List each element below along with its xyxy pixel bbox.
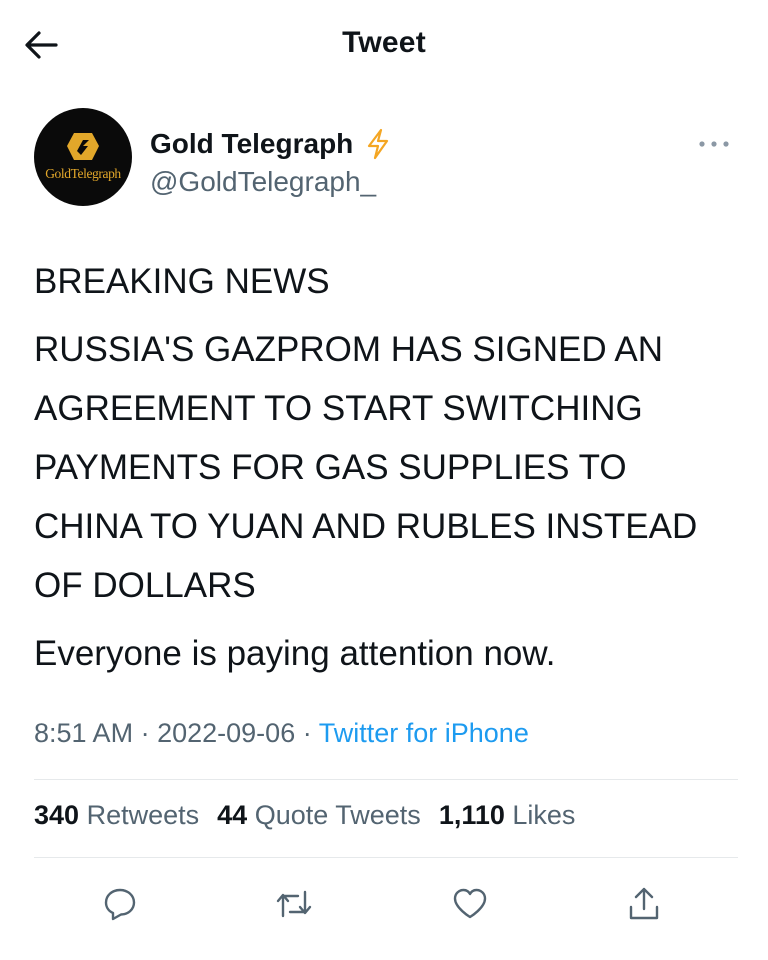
retweet-arrows-icon [276,890,312,918]
retweets-stat[interactable]: 340 Retweets [34,800,199,831]
retweet-button[interactable] [270,880,318,928]
tweet-stats: 340 Retweets 44 Quote Tweets 1,110 Likes [34,800,593,831]
tweet-time[interactable]: 8:51 AM [34,718,133,748]
avatar[interactable]: GoldTelegraph [34,108,132,206]
more-options-button[interactable] [694,134,734,154]
share-upload-icon [629,887,659,920]
meta-separator: · [302,718,312,748]
divider [34,857,738,858]
tweet-text: BREAKING NEWS RUSSIA'S GAZPROM HAS SIGNE… [34,252,734,683]
quote-tweets-label: Quote Tweets [254,800,421,830]
quote-tweets-stat[interactable]: 44 Quote Tweets [217,800,421,831]
lightning-bolt-icon [368,128,389,160]
gold-telegraph-logo-icon [67,133,99,160]
tweet-paragraph: BREAKING NEWS [34,262,330,301]
share-button[interactable] [620,880,668,928]
avatar-wordmark: GoldTelegraph [45,166,121,181]
user-handle[interactable]: @GoldTelegraph_ [150,166,376,198]
tweet-author: GoldTelegraph Gold Telegraph @GoldTelegr… [34,108,744,218]
tweet-date[interactable]: 2022-09-06 [157,718,295,748]
retweets-label: Retweets [86,800,200,830]
heart-icon [453,888,487,919]
reply-button[interactable] [96,880,144,928]
speech-bubble-icon [104,888,136,921]
divider [34,779,738,780]
display-name[interactable]: Gold Telegraph [150,128,353,160]
tweet-paragraph: RUSSIA'S GAZPROM HAS SIGNED AN AGREEMENT… [34,330,698,605]
page-title: Tweet [342,26,426,59]
top-bar: Tweet [0,0,768,90]
likes-label: Likes [512,800,576,830]
likes-stat[interactable]: 1,110 Likes [439,800,576,831]
tweet-meta: 8:51 AM · 2022-09-06 · Twitter for iPhon… [34,718,529,749]
tweet-source-link[interactable]: Twitter for iPhone [319,718,529,748]
tweet-action-bar [34,876,738,932]
display-name-row: Gold Telegraph [150,128,391,160]
likes-count: 1,110 [438,800,505,830]
quote-tweets-count: 44 [217,800,248,830]
like-button[interactable] [446,880,494,928]
tweet-paragraph: Everyone is paying attention now. [34,634,556,673]
retweets-count: 340 [34,800,80,830]
meta-separator: · [140,718,150,748]
ellipsis-icon [699,141,729,147]
